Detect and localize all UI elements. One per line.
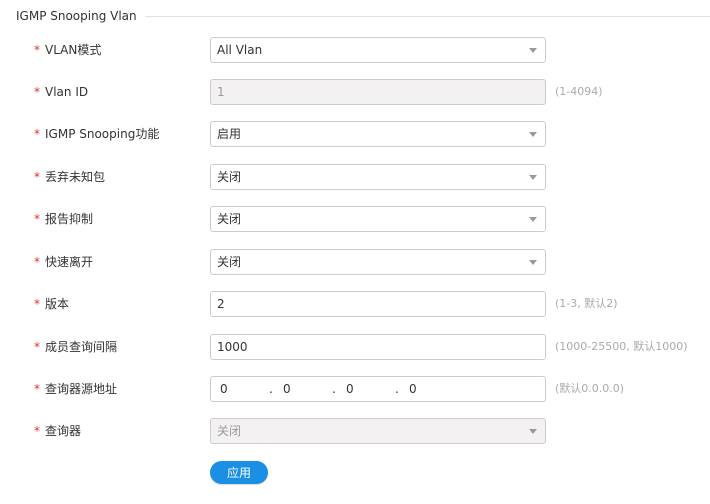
version-label-text: 版本 — [45, 297, 70, 311]
report-suppress-value: 关闭 — [217, 212, 242, 226]
igmp-snooping-label: * IGMP Snooping功能 — [34, 121, 159, 147]
required-mark: * — [34, 382, 40, 396]
report-suppress-label: * 报告抑制 — [34, 206, 93, 232]
querier-label-text: 查询器 — [45, 424, 82, 438]
required-mark: * — [34, 212, 40, 226]
querier-source-address-label: * 查询器源地址 — [34, 376, 117, 402]
vlan-id-label-text: Vlan ID — [45, 85, 89, 99]
form-row-drop-unknown: * 丢弃未知包 关闭 — [0, 164, 710, 190]
vlan-id-value: 1 — [217, 85, 225, 99]
form-row-igmp-snooping: * IGMP Snooping功能 启用 — [0, 121, 710, 147]
ip-dot-separator: . — [332, 382, 336, 396]
vlan-mode-select[interactable]: All Vlan — [210, 37, 546, 63]
querier-label: * 查询器 — [34, 418, 81, 444]
drop-unknown-select[interactable]: 关闭 — [210, 164, 546, 190]
vlan-id-label: * Vlan ID — [34, 79, 88, 105]
required-mark: * — [34, 43, 40, 57]
querier-select: 关闭 — [210, 418, 546, 444]
vlan-id-input: 1 — [210, 79, 546, 105]
igmp-snooping-label-text: IGMP Snooping功能 — [45, 127, 160, 141]
querier-source-address-hint: (默认0.0.0.0) — [555, 382, 625, 395]
form-row-member-query-interval: * 成员查询间隔 1000 (1000-25500, 默认1000) — [0, 334, 710, 360]
drop-unknown-label: * 丢弃未知包 — [34, 164, 105, 190]
form-row-vlan-id: * Vlan ID 1 (1-4094) — [0, 79, 710, 105]
ip-octet-4[interactable]: 0 — [409, 377, 417, 401]
form-row-fast-leave: * 快速离开 关闭 — [0, 249, 710, 275]
required-mark: * — [34, 85, 40, 99]
apply-button[interactable]: 应用 — [210, 461, 268, 484]
fast-leave-label: * 快速离开 — [34, 249, 93, 275]
version-input[interactable]: 2 — [210, 291, 546, 317]
form-row-querier: * 查询器 关闭 — [0, 418, 710, 444]
vlan-id-hint: (1-4094) — [555, 85, 603, 98]
fast-leave-select[interactable]: 关闭 — [210, 249, 546, 275]
chevron-down-icon — [529, 260, 537, 265]
igmp-snooping-value: 启用 — [217, 127, 242, 141]
ip-dot-separator: . — [395, 382, 399, 396]
ip-octet-3[interactable]: 0 — [346, 377, 354, 401]
member-query-interval-input[interactable]: 1000 — [210, 334, 546, 360]
form-row-querier-source-address: * 查询器源地址 0 . 0 . 0 . 0 (默认0.0.0.0) — [0, 376, 710, 402]
igmp-snooping-select[interactable]: 启用 — [210, 121, 546, 147]
required-mark: * — [34, 340, 40, 354]
chevron-down-icon — [529, 132, 537, 137]
chevron-down-icon — [529, 429, 537, 434]
member-query-interval-value: 1000 — [217, 340, 248, 354]
required-mark: * — [34, 127, 40, 141]
vlan-mode-label: * VLAN模式 — [34, 37, 101, 63]
required-mark: * — [34, 170, 40, 184]
form-row-version: * 版本 2 (1-3, 默认2) — [0, 291, 710, 317]
ip-dot-separator: . — [269, 382, 273, 396]
member-query-interval-label: * 成员查询间隔 — [34, 334, 117, 360]
form-row-vlan-mode: * VLAN模式 All Vlan — [0, 37, 710, 63]
chevron-down-icon — [529, 48, 537, 53]
version-label: * 版本 — [34, 291, 69, 317]
required-mark: * — [34, 424, 40, 438]
querier-value: 关闭 — [217, 424, 242, 438]
ip-octet-2[interactable]: 0 — [283, 377, 291, 401]
required-mark: * — [34, 255, 40, 269]
version-hint: (1-3, 默认2) — [555, 297, 618, 310]
member-query-interval-label-text: 成员查询间隔 — [45, 340, 118, 354]
required-mark: * — [34, 297, 40, 311]
report-suppress-select[interactable]: 关闭 — [210, 206, 546, 232]
form-row-report-suppress: * 报告抑制 关闭 — [0, 206, 710, 232]
vlan-mode-label-text: VLAN模式 — [45, 43, 102, 57]
drop-unknown-label-text: 丢弃未知包 — [45, 170, 106, 184]
fast-leave-label-text: 快速离开 — [45, 255, 94, 269]
fast-leave-value: 关闭 — [217, 255, 242, 269]
chevron-down-icon — [529, 217, 537, 222]
chevron-down-icon — [529, 175, 537, 180]
vlan-mode-value: All Vlan — [217, 43, 263, 57]
drop-unknown-value: 关闭 — [217, 170, 242, 184]
querier-source-address-label-text: 查询器源地址 — [45, 382, 118, 396]
version-value: 2 — [217, 297, 225, 311]
report-suppress-label-text: 报告抑制 — [45, 212, 94, 226]
member-query-interval-hint: (1000-25500, 默认1000) — [555, 340, 688, 353]
ip-octet-1[interactable]: 0 — [220, 377, 228, 401]
querier-source-address-ip-input[interactable]: 0 . 0 . 0 . 0 — [210, 376, 546, 402]
section-title: IGMP Snooping Vlan — [16, 8, 145, 24]
